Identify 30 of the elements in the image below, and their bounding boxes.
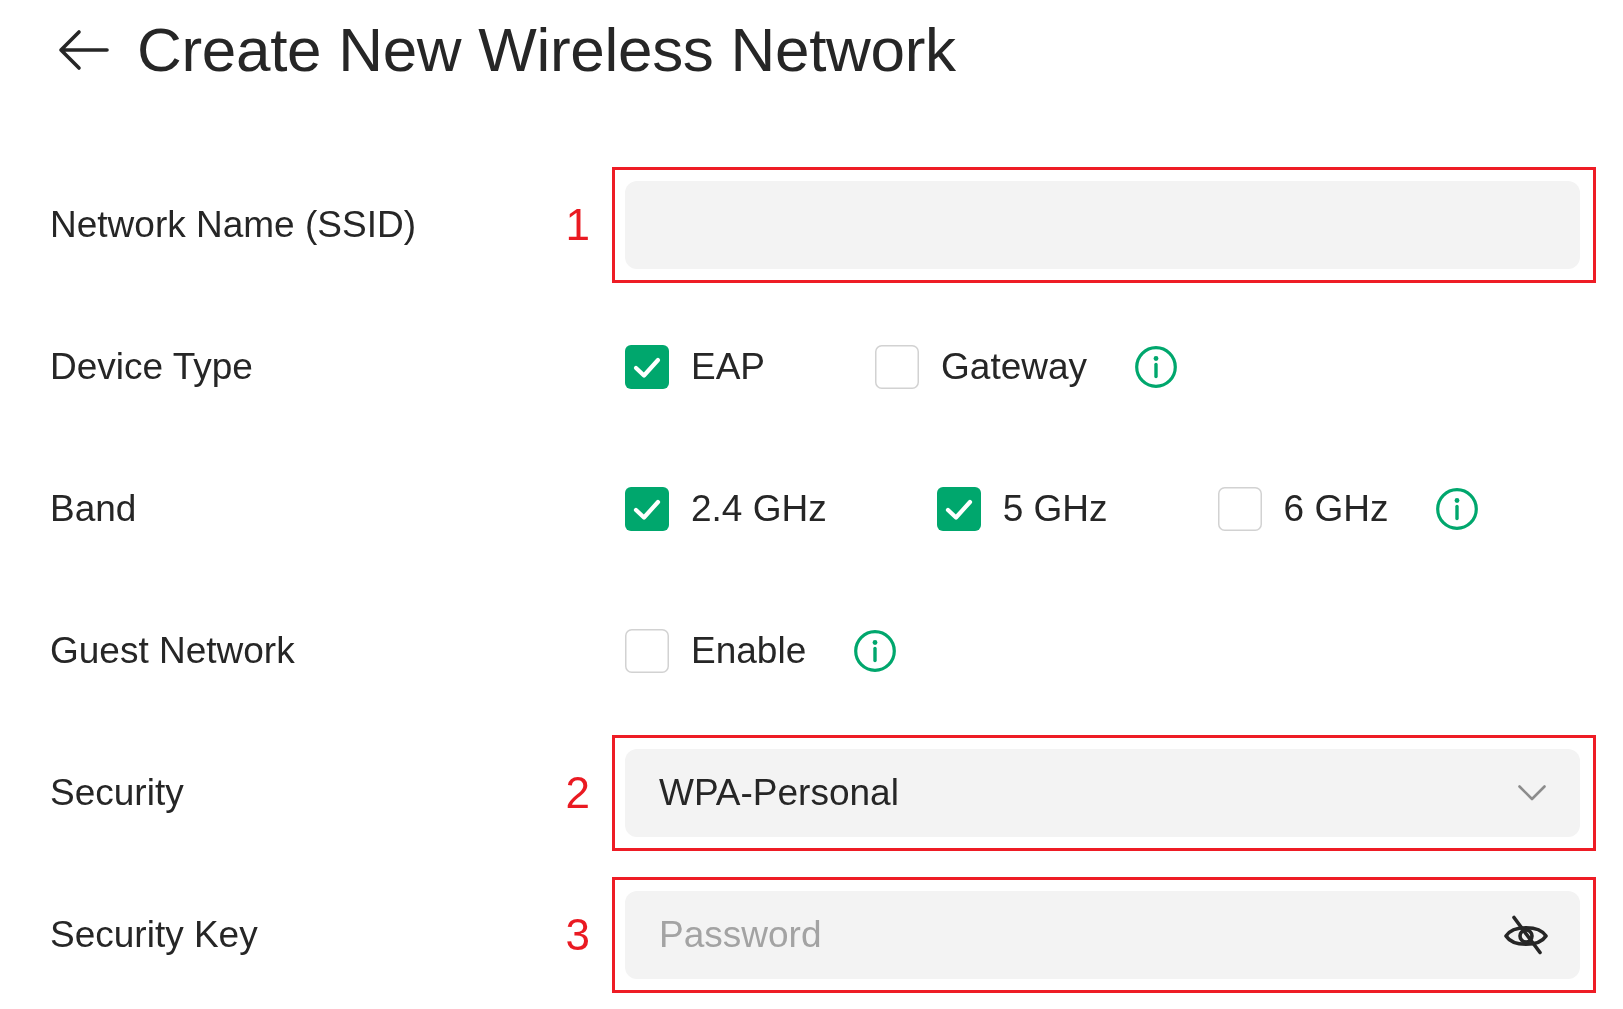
- field-label: Band: [50, 486, 137, 531]
- checkbox[interactable]: [936, 487, 981, 531]
- field-label: Security: [50, 770, 184, 815]
- checkbox-label: EAP: [691, 344, 766, 389]
- checkbox-label: 6 GHz: [1283, 486, 1389, 531]
- checkbox-label: 5 GHz: [1002, 486, 1108, 531]
- annotation-number: 1: [565, 200, 590, 250]
- info-icon[interactable]: [1436, 488, 1479, 530]
- checkbox-label: Gateway: [941, 344, 1088, 389]
- info-icon[interactable]: [854, 630, 897, 672]
- checkbox[interactable]: [625, 345, 669, 389]
- field-label: Guest Network: [50, 628, 295, 673]
- page-title: Create New Wireless Network: [137, 14, 956, 86]
- checkbox[interactable]: [875, 345, 920, 389]
- field-label: Device Type: [50, 344, 253, 389]
- checkbox[interactable]: [625, 629, 669, 673]
- checkbox[interactable]: [1217, 487, 1262, 531]
- checkbox-label: Enable: [691, 628, 807, 673]
- eye-slash-icon[interactable]: [1503, 915, 1549, 955]
- select-field[interactable]: WPA-Personal: [625, 749, 1580, 837]
- checkbox[interactable]: [625, 487, 669, 531]
- chevron-down-icon[interactable]: [1518, 785, 1546, 801]
- checkbox-label: 2.4 GHz: [691, 486, 827, 531]
- field-label: Security Key: [50, 912, 258, 957]
- password-field[interactable]: Password: [625, 891, 1580, 979]
- field-label: Network Name (SSID): [50, 202, 416, 247]
- annotation-number: 3: [565, 910, 590, 960]
- info-icon[interactable]: [1135, 346, 1178, 388]
- annotation-number: 2: [565, 768, 590, 818]
- back-arrow-icon[interactable]: [57, 29, 109, 71]
